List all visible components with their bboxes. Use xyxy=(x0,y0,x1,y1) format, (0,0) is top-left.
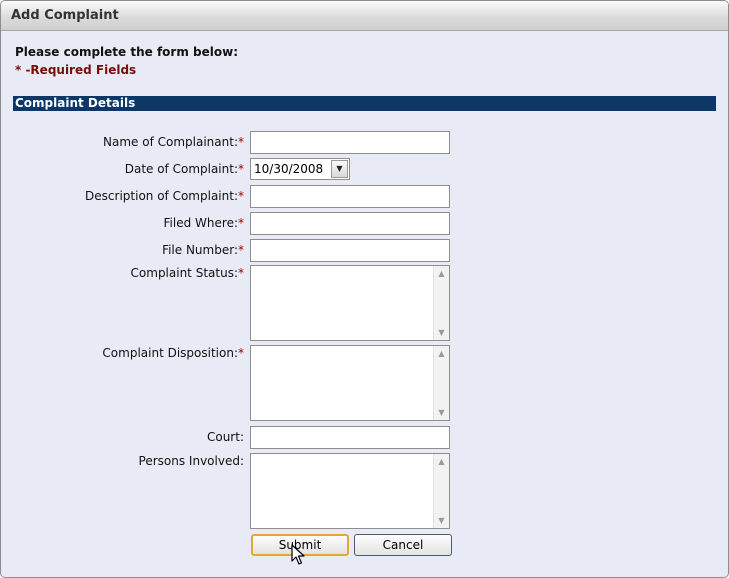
filed-where-input[interactable] xyxy=(250,212,450,235)
complaint-status-label: Complaint Status:* xyxy=(130,266,244,280)
filed-where-label: Filed Where:* xyxy=(163,216,244,230)
required-fields-note: * -Required Fields xyxy=(15,63,137,77)
arrow-down-icon[interactable]: ▼ xyxy=(435,514,448,527)
complaint-status-textarea-box: ▲ ▼ xyxy=(250,265,450,341)
file-number-label: File Number:* xyxy=(162,243,244,257)
complaint-disposition-scrollbar[interactable]: ▲ ▼ xyxy=(433,346,449,420)
arrow-up-icon[interactable]: ▲ xyxy=(435,455,448,468)
complaint-disposition-label: Complaint Disposition:* xyxy=(102,346,244,360)
arrow-down-icon[interactable]: ▼ xyxy=(435,406,448,419)
required-asterisk: * xyxy=(238,243,244,257)
chevron-down-icon[interactable]: ▼ xyxy=(331,160,348,178)
persons-involved-textarea[interactable] xyxy=(251,454,434,528)
complaint-status-scrollbar[interactable]: ▲ ▼ xyxy=(433,266,449,340)
add-complaint-window: Add Complaint Please complete the form b… xyxy=(0,0,729,578)
file-number-input[interactable] xyxy=(250,239,450,262)
persons-involved-textarea-box: ▲ ▼ xyxy=(250,453,450,529)
complaint-disposition-textarea[interactable] xyxy=(251,346,434,420)
required-asterisk: * xyxy=(238,162,244,176)
persons-involved-label: Persons Involved: xyxy=(138,454,244,468)
court-input[interactable] xyxy=(250,426,450,449)
complaint-status-textarea[interactable] xyxy=(251,266,434,340)
arrow-up-icon[interactable]: ▲ xyxy=(435,347,448,360)
arrow-up-icon[interactable]: ▲ xyxy=(435,267,448,280)
required-asterisk: * xyxy=(238,135,244,149)
name-of-complainant-label: Name of Complainant:* xyxy=(103,135,244,149)
date-of-complaint-label: Date of Complaint:* xyxy=(124,162,244,176)
form-instruction: Please complete the form below: xyxy=(15,45,238,59)
required-asterisk: * xyxy=(238,346,244,360)
complaint-disposition-textarea-box: ▲ ▼ xyxy=(250,345,450,421)
arrow-down-icon[interactable]: ▼ xyxy=(435,326,448,339)
window-title: Add Complaint xyxy=(1,1,728,31)
description-of-complaint-label: Description of Complaint:* xyxy=(85,189,244,203)
persons-involved-scrollbar[interactable]: ▲ ▼ xyxy=(433,454,449,528)
description-of-complaint-input[interactable] xyxy=(250,185,450,208)
required-asterisk: * xyxy=(238,216,244,230)
date-of-complaint-dropdown[interactable]: 10/30/2008 ▼ xyxy=(250,158,350,180)
mouse-pointer-icon xyxy=(291,544,305,565)
required-asterisk: * xyxy=(238,189,244,203)
name-of-complainant-input[interactable] xyxy=(250,131,450,154)
cancel-button[interactable]: Cancel xyxy=(354,534,452,556)
court-label: Court: xyxy=(206,430,244,444)
required-asterisk: * xyxy=(238,266,244,280)
date-of-complaint-value: 10/30/2008 xyxy=(254,162,324,176)
section-header-complaint-details: Complaint Details xyxy=(13,96,716,111)
